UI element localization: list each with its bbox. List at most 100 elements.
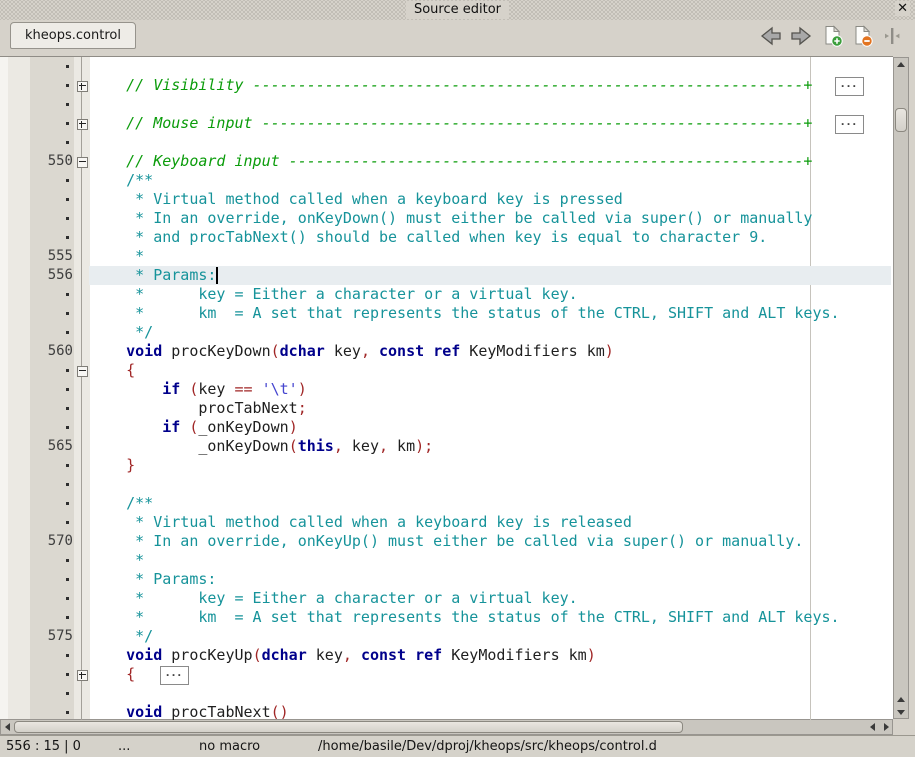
scroll-down-stepper[interactable] bbox=[894, 705, 908, 719]
code-line[interactable]: * In an override, onKeyUp() must either … bbox=[90, 532, 803, 551]
code-line[interactable]: * Params: bbox=[90, 570, 216, 589]
line-number[interactable]: 550 bbox=[30, 152, 73, 171]
line-number[interactable]: 560 bbox=[30, 342, 73, 361]
line-number[interactable]: 575 bbox=[30, 627, 73, 646]
scroll-right-stepper[interactable] bbox=[879, 720, 893, 734]
code-line[interactable]: _onKeyDown(this, key, km); bbox=[90, 437, 433, 456]
code-line[interactable]: void procTabNext() bbox=[90, 703, 289, 720]
code-line[interactable]: * Params: bbox=[90, 266, 216, 285]
collapsed-fold-ellipsis[interactable]: ... bbox=[835, 77, 864, 96]
tab-kheops-control[interactable]: kheops.control bbox=[10, 22, 136, 49]
go-back-button[interactable] bbox=[759, 24, 783, 48]
code-line[interactable]: { bbox=[90, 665, 135, 684]
code-token bbox=[90, 418, 162, 436]
code-line[interactable]: * km = A set that represents the status … bbox=[90, 608, 840, 627]
code-token: * key = Either a character or a virtual … bbox=[90, 285, 578, 303]
line-number[interactable]: 556 bbox=[30, 266, 73, 285]
line-number[interactable]: 570 bbox=[30, 532, 73, 551]
code-line[interactable]: if (key == '\t') bbox=[90, 380, 307, 399]
code-token: procTabNext bbox=[162, 703, 270, 720]
line-dot bbox=[66, 369, 69, 372]
code-line[interactable]: if (_onKeyDown) bbox=[90, 418, 298, 437]
scroll-left-stepper[interactable] bbox=[0, 720, 14, 734]
horizontal-scroll-thumb[interactable] bbox=[14, 721, 683, 733]
scroll-up-stepper[interactable] bbox=[894, 57, 908, 71]
code-line[interactable]: } bbox=[90, 456, 135, 475]
code-line[interactable]: * Virtual method called when a keyboard … bbox=[90, 190, 623, 209]
code-token: * In an override, onKeyUp() must either … bbox=[90, 532, 803, 550]
code-token: * Params: bbox=[90, 570, 216, 588]
code-token: /** bbox=[90, 494, 153, 512]
code-line[interactable]: procTabNext; bbox=[90, 399, 307, 418]
comment-separator: // Visibility --------------------------… bbox=[90, 76, 812, 94]
scroll-up-stepper-2[interactable] bbox=[894, 692, 908, 706]
code-line[interactable]: */ bbox=[90, 627, 153, 646]
fold-toggle-minus[interactable] bbox=[77, 157, 88, 168]
code-token: == bbox=[235, 380, 253, 398]
line-dot bbox=[66, 673, 69, 676]
collapsed-fold-ellipsis[interactable]: ... bbox=[160, 666, 189, 685]
code-token: if bbox=[162, 380, 180, 398]
code-line[interactable]: void procKeyDown(dchar key, const ref Ke… bbox=[90, 342, 614, 361]
fold-toggle-minus[interactable] bbox=[77, 366, 88, 377]
code-token: procKeyUp bbox=[162, 646, 252, 664]
code-token: key bbox=[198, 380, 234, 398]
scroll-left-stepper-2[interactable] bbox=[865, 720, 879, 734]
code-line[interactable]: * km = A set that represents the status … bbox=[90, 304, 840, 323]
line-dot bbox=[66, 141, 69, 144]
line-dot bbox=[66, 426, 69, 429]
splitter-icon bbox=[881, 25, 903, 47]
collapsed-fold-ellipsis[interactable]: ... bbox=[835, 115, 864, 134]
code-line[interactable]: * key = Either a character or a virtual … bbox=[90, 285, 578, 304]
line-dot bbox=[66, 198, 69, 201]
fold-toggle-plus[interactable] bbox=[77, 81, 88, 92]
line-dot bbox=[66, 217, 69, 220]
line-dot bbox=[66, 464, 69, 467]
close-document-button[interactable] bbox=[852, 24, 876, 48]
code-line[interactable]: /** bbox=[90, 171, 153, 190]
go-forward-button[interactable] bbox=[789, 24, 813, 48]
code-line[interactable]: // Visibility --------------------------… bbox=[90, 76, 812, 95]
line-dot bbox=[66, 65, 69, 68]
code-line[interactable]: * bbox=[90, 247, 144, 266]
detach-editor-button[interactable] bbox=[881, 24, 905, 48]
back-arrow-icon bbox=[759, 26, 783, 46]
left-arrow-icon bbox=[870, 723, 875, 731]
code-line[interactable]: * Virtual method called when a keyboard … bbox=[90, 513, 632, 532]
code-line[interactable]: * key = Either a character or a virtual … bbox=[90, 589, 578, 608]
file-path: /home/basile/Dev/dproj/kheops/src/kheops… bbox=[318, 738, 657, 756]
up-arrow-icon bbox=[897, 697, 905, 702]
code-line[interactable]: * and procTabNext() should be called whe… bbox=[90, 228, 767, 247]
code-token bbox=[90, 456, 126, 474]
code-token: * km = A set that represents the status … bbox=[90, 304, 840, 322]
code-editor[interactable]: // Visibility --------------------------… bbox=[0, 56, 893, 720]
code-line[interactable]: * In an override, onKeyDown() must eithe… bbox=[90, 209, 812, 228]
new-document-button[interactable] bbox=[822, 24, 846, 48]
line-dot bbox=[66, 293, 69, 296]
code-token bbox=[90, 646, 126, 664]
code-token: } bbox=[126, 456, 135, 474]
code-line[interactable]: /** bbox=[90, 494, 153, 513]
vertical-scroll-thumb[interactable] bbox=[895, 108, 907, 132]
horizontal-scrollbar[interactable] bbox=[0, 719, 893, 735]
code-line[interactable]: { bbox=[90, 361, 135, 380]
code-line[interactable]: void procKeyUp(dchar key, const ref KeyM… bbox=[90, 646, 596, 665]
fold-toggle-plus[interactable] bbox=[77, 119, 88, 130]
code-token bbox=[406, 646, 415, 664]
code-line[interactable]: // Keyboard input ----------------------… bbox=[90, 152, 812, 171]
code-line[interactable]: // Mouse input -------------------------… bbox=[90, 114, 812, 133]
line-number[interactable]: 565 bbox=[30, 437, 73, 456]
close-icon[interactable]: ✕ bbox=[895, 1, 910, 16]
code-token: key bbox=[307, 646, 343, 664]
code-line[interactable]: * bbox=[90, 551, 144, 570]
code-line[interactable]: */ bbox=[90, 323, 153, 342]
editor-change-margin bbox=[8, 57, 30, 720]
source-editor-window: Source editor ✕ kheops.control bbox=[0, 0, 915, 756]
code-token: const bbox=[361, 646, 406, 664]
vertical-scrollbar[interactable] bbox=[893, 57, 909, 719]
line-dot bbox=[66, 692, 69, 695]
forward-arrow-icon bbox=[789, 26, 813, 46]
line-number[interactable]: 555 bbox=[30, 247, 73, 266]
fold-toggle-plus[interactable] bbox=[77, 670, 88, 681]
code-token bbox=[352, 646, 361, 664]
